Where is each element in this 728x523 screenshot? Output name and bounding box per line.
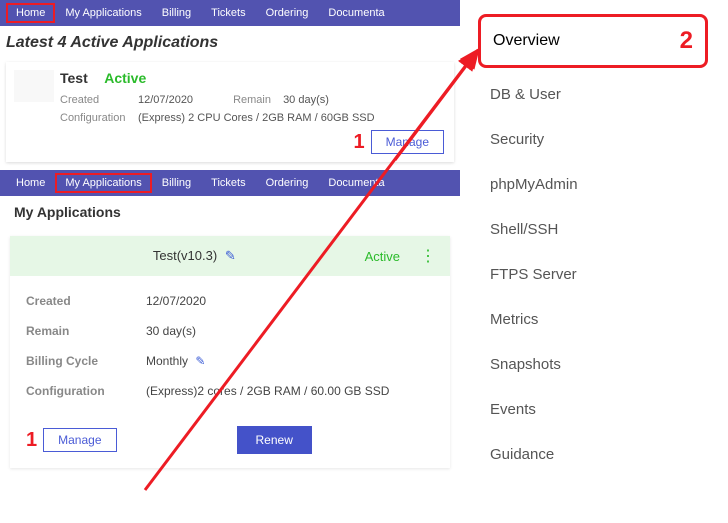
nav-ordering[interactable]: Ordering (256, 3, 319, 23)
config-label: Configuration (60, 112, 138, 124)
nav2-home[interactable]: Home (6, 173, 55, 193)
status-badge: Active (104, 70, 146, 86)
app-card-bottom: Test(v10.3) ✎ Active ⋮ Created 12/07/202… (10, 236, 450, 468)
remain2-label: Remain (26, 324, 146, 338)
nav-documentation[interactable]: Documenta (318, 3, 394, 23)
menu-security[interactable]: Security (460, 117, 728, 162)
annotation-number-1b: 1 (26, 429, 37, 452)
created-value: 12/07/2020 (138, 94, 193, 106)
renew-button[interactable]: Renew (237, 426, 312, 454)
remain2-value: 30 day(s) (146, 324, 196, 338)
cycle-label: Billing Cycle (26, 354, 146, 368)
created-label: Created (60, 94, 138, 106)
nav2-tickets[interactable]: Tickets (201, 173, 255, 193)
menu-shell-ssh[interactable]: Shell/SSH (460, 207, 728, 252)
nav2-ordering[interactable]: Ordering (256, 173, 319, 193)
nav-my-applications[interactable]: My Applications (55, 3, 151, 23)
edit-cycle-icon[interactable]: ✎ (195, 354, 205, 368)
annotation-number-2: 2 (680, 27, 693, 55)
app2-status: Active (365, 249, 400, 264)
app-card-top: Test Active Created 12/07/2020 Remain 30… (6, 62, 454, 162)
edit-name-icon[interactable]: ✎ (225, 248, 236, 263)
created2-value: 12/07/2020 (146, 294, 206, 308)
app2-name: Test(v10.3) (153, 248, 217, 263)
annotation-number-1a: 1 (354, 131, 365, 154)
menu-snapshots[interactable]: Snapshots (460, 342, 728, 387)
menu-metrics[interactable]: Metrics (460, 297, 728, 342)
side-menu: Overview 2 DB & User Security phpMyAdmin… (460, 0, 728, 477)
config2-label: Configuration (26, 384, 146, 398)
menu-events[interactable]: Events (460, 387, 728, 432)
second-navbar: Home My Applications Billing Tickets Ord… (0, 170, 460, 196)
nav-billing[interactable]: Billing (152, 3, 201, 23)
manage-button-top[interactable]: Manage (371, 130, 444, 154)
nav2-billing[interactable]: Billing (152, 173, 201, 193)
created2-label: Created (26, 294, 146, 308)
cycle-value: Monthly (146, 354, 188, 368)
menu-phpmyadmin[interactable]: phpMyAdmin (460, 162, 728, 207)
nav-home[interactable]: Home (6, 3, 55, 23)
app-name: Test (60, 70, 88, 86)
nav2-documentation[interactable]: Documenta (318, 173, 394, 193)
latest-apps-title: Latest 4 Active Applications (0, 26, 460, 58)
top-navbar: Home My Applications Billing Tickets Ord… (0, 0, 460, 26)
menu-overview-label: Overview (493, 32, 560, 50)
menu-overview[interactable]: Overview 2 (478, 14, 708, 68)
config2-value: (Express)2 cores / 2GB RAM / 60.00 GB SS… (146, 384, 389, 398)
kebab-menu-icon[interactable]: ⋮ (420, 246, 436, 266)
nav2-my-applications[interactable]: My Applications (55, 173, 151, 193)
app-thumbnail (14, 70, 54, 102)
manage-button-bottom[interactable]: Manage (43, 428, 116, 452)
remain-label: Remain (233, 94, 283, 106)
menu-ftps-server[interactable]: FTPS Server (460, 252, 728, 297)
remain-value: 30 day(s) (283, 94, 329, 106)
my-applications-title: My Applications (0, 196, 460, 228)
config-value: (Express) 2 CPU Cores / 2GB RAM / 60GB S… (138, 112, 375, 124)
nav-tickets[interactable]: Tickets (201, 3, 255, 23)
card-header: Test(v10.3) ✎ Active ⋮ (10, 236, 450, 276)
menu-db-user[interactable]: DB & User (460, 72, 728, 117)
menu-guidance[interactable]: Guidance (460, 432, 728, 477)
